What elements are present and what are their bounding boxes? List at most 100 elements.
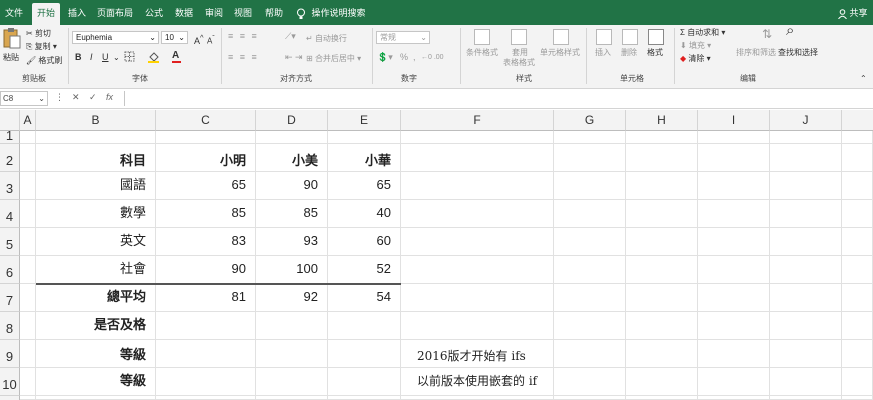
currency-button[interactable]: 💲▾	[377, 52, 393, 63]
cell-b4[interactable]: 數學	[36, 200, 156, 228]
cell-c5[interactable]: 83	[156, 228, 256, 256]
grid-cell[interactable]	[401, 131, 554, 144]
sort-filter-button[interactable]: 排序和筛选	[736, 47, 776, 58]
insert-cells-button[interactable]: 插入	[595, 47, 611, 58]
grid-cell[interactable]	[842, 284, 873, 312]
enter-button[interactable]: ✓	[89, 92, 97, 103]
tell-me-search[interactable]: 操作说明搜索	[296, 0, 366, 25]
share-button[interactable]: 共享	[838, 0, 868, 25]
grid-cell[interactable]	[554, 144, 626, 172]
column-header-d[interactable]: D	[256, 110, 328, 131]
chevron-down-icon[interactable]: ⌄	[113, 52, 120, 63]
cut-button[interactable]: ✂ 剪切	[26, 28, 51, 39]
cell-b10[interactable]: 等級	[36, 368, 156, 396]
column-header-c[interactable]: C	[156, 110, 256, 131]
orientation-button[interactable]: ⟋▾	[285, 31, 296, 42]
row-header-1[interactable]: 1	[0, 129, 20, 144]
italic-button[interactable]: I	[90, 52, 93, 63]
font-name-dropdown[interactable]: Euphemia ⌄	[72, 31, 159, 44]
cell-b3[interactable]: 國語	[36, 172, 156, 200]
tab-review[interactable]: 审阅	[200, 0, 228, 25]
wrap-text-button[interactable]: ↵ 自动换行	[306, 33, 347, 44]
grid-cell[interactable]	[626, 312, 698, 340]
tab-data[interactable]: 数据	[170, 0, 198, 25]
grid-cell[interactable]	[698, 144, 770, 172]
cell-c3[interactable]: 65	[156, 172, 256, 200]
grid-cell[interactable]	[256, 340, 328, 368]
font-color-button[interactable]: A	[172, 50, 181, 63]
grid-cell[interactable]	[698, 396, 770, 400]
cell-c4[interactable]: 85	[156, 200, 256, 228]
cell-e4[interactable]: 40	[328, 200, 401, 228]
underline-button[interactable]: U	[102, 52, 109, 63]
grid-cell[interactable]	[554, 131, 626, 144]
cell-d5[interactable]: 93	[256, 228, 328, 256]
cell-e7[interactable]: 54	[328, 284, 401, 312]
grid-cell[interactable]	[770, 312, 842, 340]
delete-cells-button[interactable]: 删除	[621, 47, 637, 58]
cancel-button[interactable]: ✕	[72, 92, 80, 103]
tab-home[interactable]: 开始	[32, 3, 60, 25]
grid-cell[interactable]	[554, 396, 626, 400]
grid-cell[interactable]	[842, 228, 873, 256]
grid-cell[interactable]	[554, 200, 626, 228]
grid-cell[interactable]	[20, 340, 36, 368]
tab-help[interactable]: 帮助	[260, 0, 288, 25]
find-select-button[interactable]: 查找和选择	[778, 47, 818, 58]
grid-cell[interactable]	[20, 256, 36, 284]
grid-cell[interactable]	[698, 312, 770, 340]
insert-function-button[interactable]: fx	[106, 92, 113, 102]
grid-cell[interactable]	[842, 131, 873, 144]
cell-e2[interactable]: 小華	[328, 144, 401, 172]
grid-cell[interactable]	[156, 131, 256, 144]
column-header-e[interactable]: E	[328, 110, 401, 131]
grid-cell[interactable]	[256, 368, 328, 396]
fill-button[interactable]: ⬇ 填充 ▾	[680, 40, 711, 51]
grid-cell[interactable]	[842, 256, 873, 284]
grid-cell[interactable]	[328, 312, 401, 340]
grid-cell[interactable]	[36, 396, 156, 400]
grid-cell[interactable]	[554, 172, 626, 200]
grid-cell[interactable]	[20, 200, 36, 228]
column-header-a[interactable]: A	[20, 110, 36, 131]
grid-cell[interactable]	[328, 340, 401, 368]
grid-cell[interactable]	[842, 172, 873, 200]
cell-f9[interactable]: 2016版才开始有 ifs	[401, 340, 554, 368]
cell-styles-button[interactable]: 单元格样式	[540, 47, 580, 58]
grid-cell[interactable]	[626, 200, 698, 228]
column-header-b[interactable]: B	[36, 110, 156, 131]
column-header-k[interactable]	[842, 110, 873, 131]
grid-cell[interactable]	[770, 340, 842, 368]
tab-insert[interactable]: 插入	[63, 0, 91, 25]
grid-cell[interactable]	[401, 172, 554, 200]
grid-cell[interactable]	[256, 396, 328, 400]
grid-cell[interactable]	[401, 312, 554, 340]
grid-cell[interactable]	[554, 368, 626, 396]
row-header-9[interactable]: 9	[0, 340, 20, 368]
grid-cell[interactable]	[770, 396, 842, 400]
format-painter-button[interactable]: 🖌 格式刷	[26, 55, 62, 66]
bold-button[interactable]: B	[75, 52, 82, 63]
cell-d7[interactable]: 92	[256, 284, 328, 312]
clear-button[interactable]: ◆ 清除 ▾	[680, 53, 711, 64]
grid-cell[interactable]	[770, 284, 842, 312]
grid-cell[interactable]	[842, 312, 873, 340]
grid-cell[interactable]	[256, 312, 328, 340]
column-header-f[interactable]: F	[401, 110, 554, 131]
cell-b5[interactable]: 英文	[36, 228, 156, 256]
align-top-buttons[interactable]: ≡ ≡ ≡	[228, 31, 259, 42]
grid-cell[interactable]	[626, 396, 698, 400]
merge-center-button[interactable]: ⊞ 合并后居中 ▾	[306, 53, 361, 64]
cell-e5[interactable]: 60	[328, 228, 401, 256]
format-cells-button[interactable]: 格式	[647, 47, 663, 58]
grid-cell[interactable]	[554, 228, 626, 256]
grid-cell[interactable]	[156, 396, 256, 400]
grid-cell[interactable]	[626, 340, 698, 368]
grid-cell[interactable]	[698, 228, 770, 256]
grid-cell[interactable]	[20, 131, 36, 144]
fill-color-button[interactable]	[148, 51, 159, 66]
column-header-h[interactable]: H	[626, 110, 698, 131]
row-header-6[interactable]: 6	[0, 256, 20, 284]
cell-d2[interactable]: 小美	[256, 144, 328, 172]
grid-cell[interactable]	[770, 144, 842, 172]
